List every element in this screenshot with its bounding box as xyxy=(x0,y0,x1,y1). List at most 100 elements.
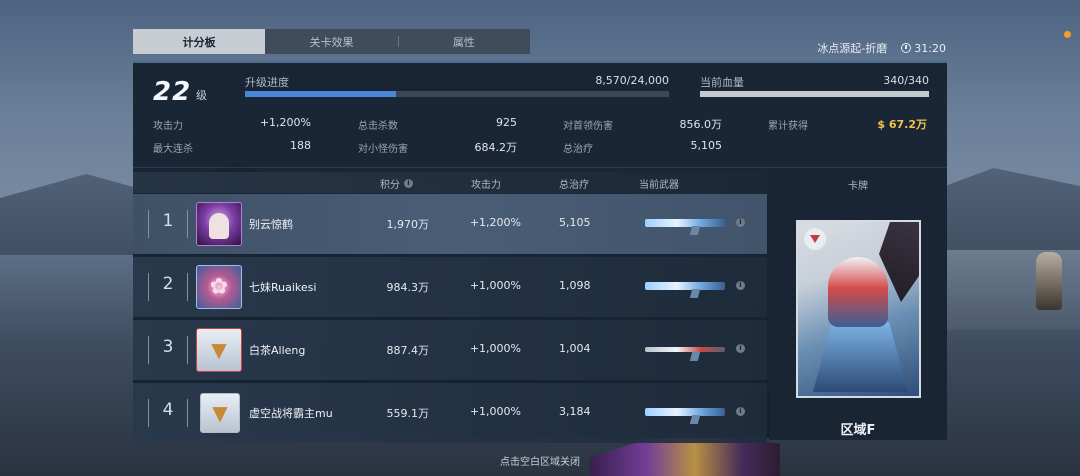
weapon-grip xyxy=(689,289,701,298)
max-combo-label: 最大连杀 xyxy=(153,144,193,155)
mob-damage-value: 684.2万 xyxy=(474,141,518,154)
rank-box: 1 xyxy=(148,206,188,240)
weapon-icon xyxy=(641,403,733,425)
header-attack: 攻击力 xyxy=(471,176,501,191)
player-level: 22 xyxy=(153,77,192,107)
weapon-info-icon[interactable]: i xyxy=(736,344,745,353)
level-unit: 级 xyxy=(196,89,207,102)
total-heal-label: 总治疗 xyxy=(563,144,593,155)
tab-stage-effects[interactable]: 关卡效果 xyxy=(265,29,397,54)
card-faction-icon xyxy=(804,228,826,250)
rank-box: 4 xyxy=(148,395,188,429)
header-score: 积分 i xyxy=(380,176,413,191)
weapon-grip xyxy=(689,415,701,424)
header-weapon: 当前武器 xyxy=(639,176,679,191)
rank-box: 2 xyxy=(148,269,188,303)
xp-value: 8,570/24,000 xyxy=(595,74,669,87)
close-hint[interactable]: 点击空白区域关闭 xyxy=(0,453,1080,468)
weapon-info-icon[interactable]: i xyxy=(736,281,745,290)
xp-progress-bar xyxy=(245,91,669,97)
kills-value: 925 xyxy=(496,116,517,129)
rank-number: 1 xyxy=(162,211,174,231)
hp-bar-fill xyxy=(700,91,929,97)
attack-label: 攻击力 xyxy=(153,121,183,132)
header-heal-label: 总治疗 xyxy=(559,180,589,191)
tab-attributes[interactable]: 属性 xyxy=(397,29,530,54)
player-attack: +1,200% xyxy=(469,216,521,229)
player-score: 559.1万 xyxy=(386,407,430,420)
hp-value: 340/340 xyxy=(883,74,929,87)
header-weapon-label: 当前武器 xyxy=(639,180,679,191)
weapon-body xyxy=(645,347,725,352)
scoreboard-panel: 22 级 升级进度 8,570/24,000 当前血量 340/340 攻击力 … xyxy=(133,61,947,443)
header-attack-label: 攻击力 xyxy=(471,180,501,191)
earned-label: 累计获得 xyxy=(768,121,808,132)
rank-number: 4 xyxy=(162,400,174,420)
match-timer: 31:20 xyxy=(901,40,946,56)
player-attack: +1,000% xyxy=(469,405,521,418)
avatar[interactable] xyxy=(196,202,242,246)
total-heal-value: 5,105 xyxy=(690,139,723,152)
weapon-grip xyxy=(689,226,701,235)
player-heal: 5,105 xyxy=(559,216,591,229)
attack-value: +1,200% xyxy=(259,116,311,129)
rank-number: 3 xyxy=(162,337,174,357)
character-portrait-icon xyxy=(209,213,229,240)
divider xyxy=(133,167,947,168)
xp-progress-fill xyxy=(245,91,397,97)
boss-damage-value: 856.0万 xyxy=(679,118,723,131)
info-icon[interactable]: i xyxy=(404,179,413,188)
player-score: 1,970万 xyxy=(386,218,430,231)
player-name: 别云惊鹤 xyxy=(249,218,293,231)
mode-name: 冰点源起-折磨 xyxy=(817,42,888,55)
player-row[interactable]: 1 别云惊鹤 1,970万 +1,200% 5,105 i xyxy=(133,194,767,254)
card-art-body xyxy=(813,322,908,392)
player-score: 984.3万 xyxy=(386,281,430,294)
clock-icon xyxy=(901,43,912,53)
wings-emblem-icon: ▼ xyxy=(212,401,228,425)
weapon-grip xyxy=(689,352,701,361)
flower-icon: ✿ xyxy=(209,274,229,300)
weapon-body xyxy=(645,282,725,290)
card-image[interactable] xyxy=(796,220,921,398)
tab-scoreboard[interactable]: 计分板 xyxy=(133,29,266,54)
player-score: 887.4万 xyxy=(386,344,430,357)
player-attack: +1,000% xyxy=(469,279,521,292)
match-info: 冰点源起-折磨 31:20 xyxy=(817,40,946,56)
wings-emblem-icon: ▼ xyxy=(211,338,227,362)
header-score-label: 积分 xyxy=(380,180,400,191)
avatar[interactable]: ✿ xyxy=(196,265,242,309)
timer-value: 31:20 xyxy=(914,41,946,55)
weapon-body xyxy=(645,408,725,416)
avatar[interactable]: ▼ xyxy=(196,328,242,372)
card-art-character xyxy=(828,257,888,327)
notification-dot xyxy=(1064,31,1071,38)
avatar[interactable]: ▼ xyxy=(200,393,240,433)
boss-damage-label: 对首领伤害 xyxy=(563,121,613,132)
weapon-info-icon[interactable]: i xyxy=(736,407,745,416)
hp-bar xyxy=(700,91,929,97)
weapon-body xyxy=(645,219,725,227)
player-row[interactable]: 2 ✿ 七妹Ruaikesi 984.3万 +1,000% 1,098 i xyxy=(133,257,767,317)
weapon-icon xyxy=(641,277,733,299)
player-name: 白茶Alleng xyxy=(249,344,306,357)
card-name: 区域F xyxy=(840,423,876,438)
player-row[interactable]: 3 ▼ 白茶Alleng 887.4万 +1,000% 1,004 i xyxy=(133,320,767,380)
rank-number: 2 xyxy=(162,274,174,294)
player-heal: 1,004 xyxy=(559,342,591,355)
player-attack: +1,000% xyxy=(469,342,521,355)
header-heal: 总治疗 xyxy=(559,176,589,191)
weapon-info-icon[interactable]: i xyxy=(736,218,745,227)
xp-label: 升级进度 xyxy=(245,76,289,89)
background-character xyxy=(1036,252,1062,310)
earned-value: $ 67.2万 xyxy=(877,118,927,131)
max-combo-value: 188 xyxy=(290,139,311,152)
player-name: 七妹Ruaikesi xyxy=(249,281,317,294)
mob-damage-label: 对小怪伤害 xyxy=(358,144,408,155)
kills-label: 总击杀数 xyxy=(358,121,398,132)
weapon-icon xyxy=(641,340,733,362)
player-name: 虚空战将霸主mu xyxy=(249,407,333,420)
weapon-icon xyxy=(641,214,733,236)
player-row[interactable]: 4 ▼ 虚空战将霸主mu 559.1万 +1,000% 3,184 i xyxy=(133,383,767,443)
tab-bar: 计分板 关卡效果 属性 xyxy=(133,29,530,54)
